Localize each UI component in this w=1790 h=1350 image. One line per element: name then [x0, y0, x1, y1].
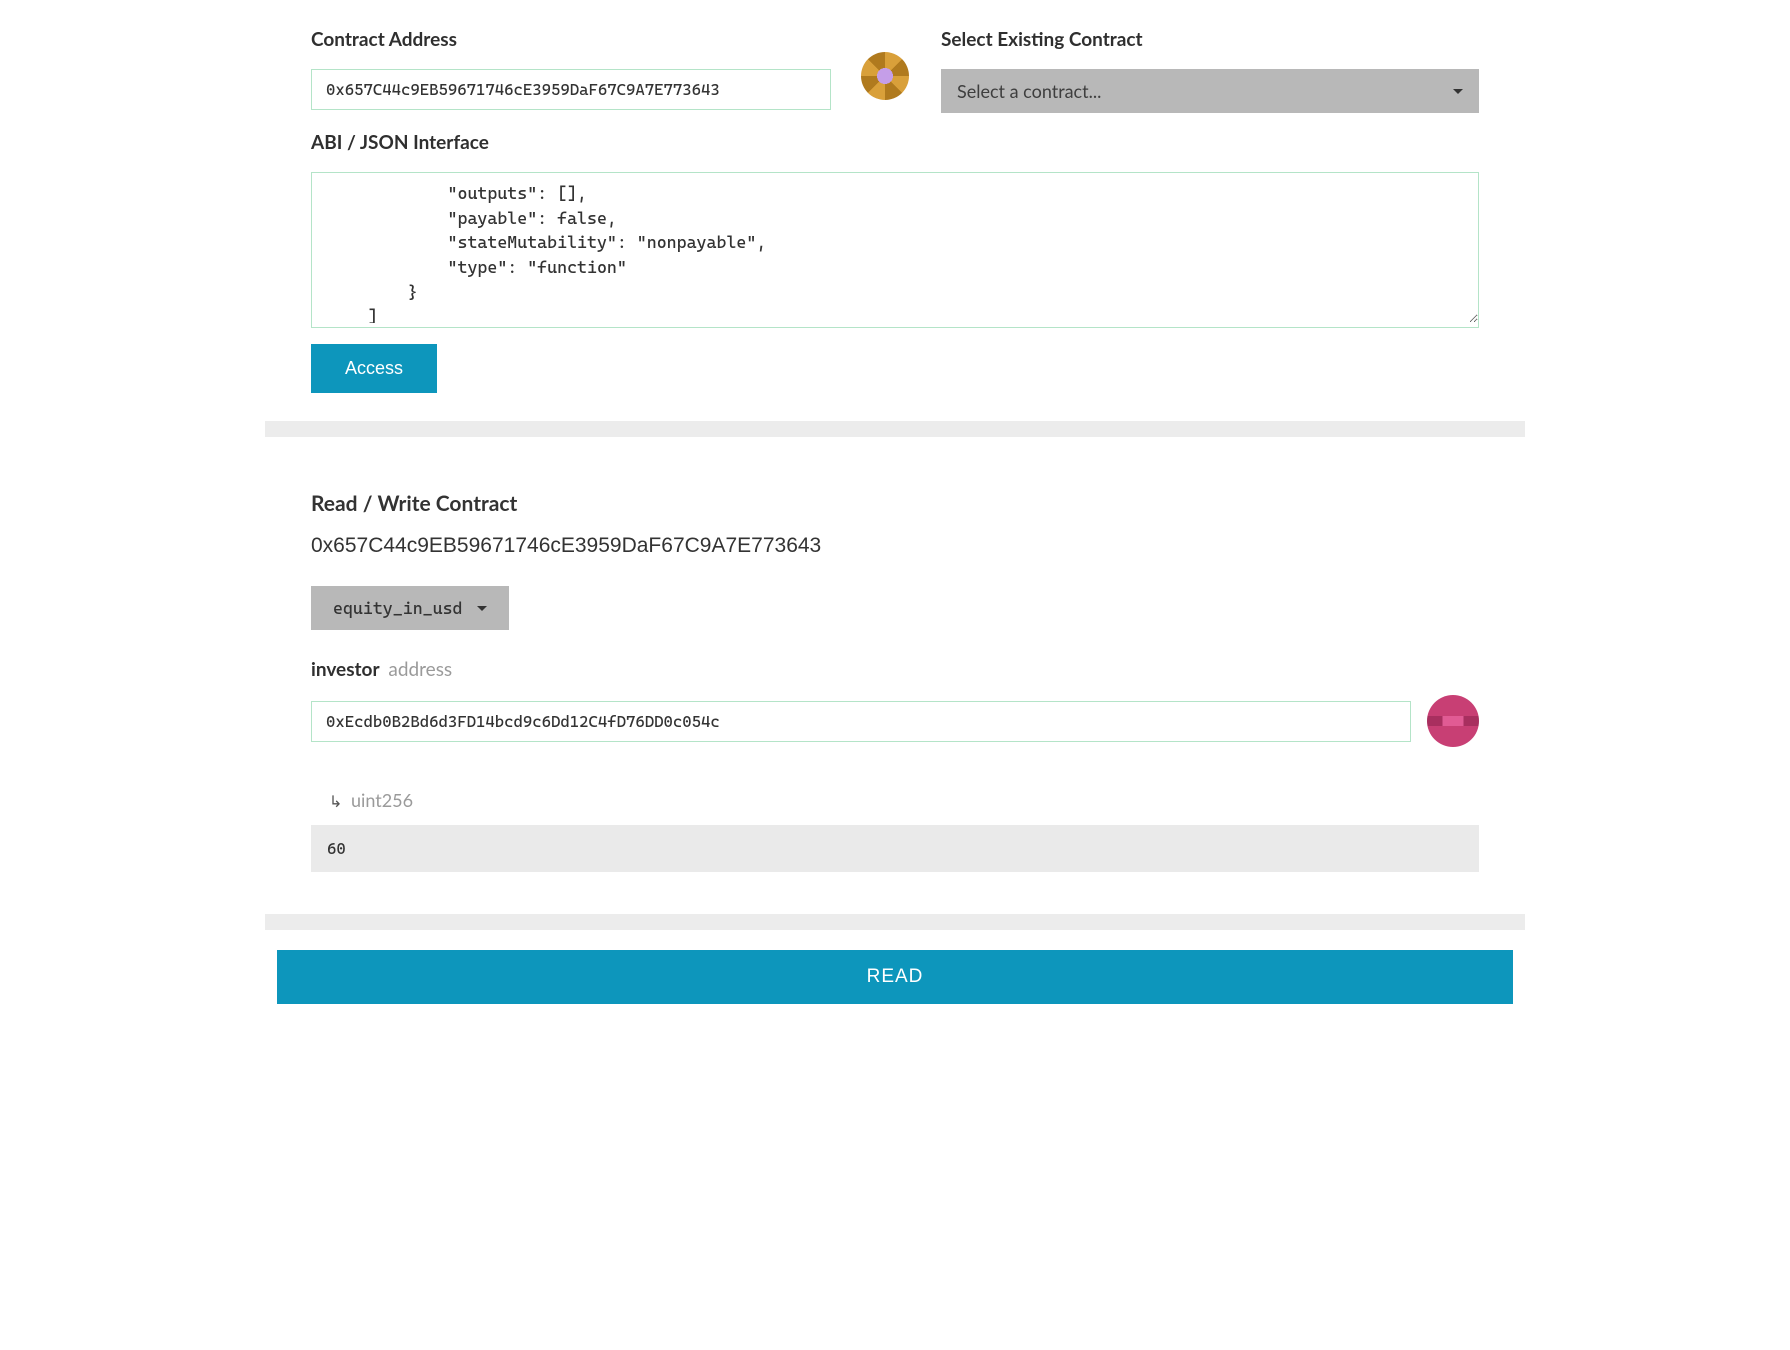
chevron-down-icon [1453, 89, 1463, 94]
section-divider [265, 914, 1525, 930]
contract-blockie-icon [861, 52, 909, 100]
read-write-heading: Read / Write Contract [311, 491, 1479, 516]
access-button[interactable]: Access [311, 344, 437, 393]
return-type: uint256 [351, 789, 413, 811]
contract-address-label: Contract Address [311, 28, 831, 51]
return-type-label: ↳ uint256 [329, 789, 1479, 811]
abi-textarea[interactable] [312, 173, 1478, 323]
select-contract-dropdown[interactable]: Select a contract... [941, 69, 1479, 113]
param-type: address [388, 658, 452, 681]
select-existing-label: Select Existing Contract [941, 28, 1479, 51]
param-name: investor [311, 658, 380, 681]
contract-address-input[interactable] [311, 69, 831, 110]
selected-function-label: equity_in_usd [333, 598, 463, 618]
function-select-dropdown[interactable]: equity_in_usd [311, 586, 509, 630]
select-contract-placeholder: Select a contract... [957, 80, 1101, 102]
abi-label: ABI / JSON Interface [311, 131, 1479, 154]
read-button[interactable]: READ [277, 950, 1513, 1004]
chevron-down-icon [477, 606, 487, 611]
investor-address-input[interactable] [311, 701, 1411, 742]
return-arrow-icon: ↳ [329, 792, 342, 811]
section-divider [265, 421, 1525, 437]
investor-blockie-icon [1427, 695, 1479, 747]
return-value: 60 [311, 825, 1479, 872]
param-label: investor address [311, 658, 1479, 681]
contract-address-display: 0x657C44c9EB59671746cE3959DaF67C9A7E7736… [311, 534, 1479, 558]
